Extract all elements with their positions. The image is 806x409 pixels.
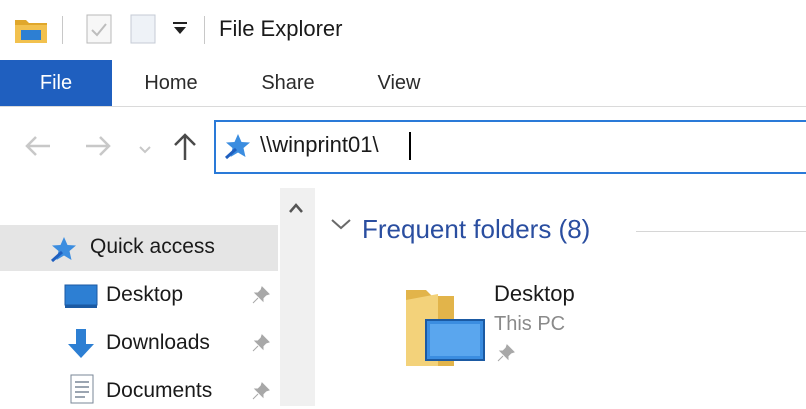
- toolbar-separator: [62, 16, 63, 44]
- address-input[interactable]: \\winprint01\: [260, 132, 379, 158]
- tab-home[interactable]: Home: [130, 60, 212, 106]
- text-caret: [409, 132, 411, 160]
- folder-item-name[interactable]: Desktop: [494, 281, 575, 307]
- toolbar-separator: [204, 16, 205, 44]
- tab-share[interactable]: Share: [248, 60, 328, 106]
- customize-toolbar-chevron-icon[interactable]: [172, 22, 188, 41]
- folder-icon: [14, 14, 48, 49]
- quick-access-star-icon: [50, 235, 78, 268]
- scroll-up-icon[interactable]: [288, 198, 304, 219]
- documents-icon: [70, 374, 94, 409]
- properties-icon[interactable]: [86, 14, 112, 49]
- window-title: File Explorer: [219, 16, 343, 41]
- recent-locations-chevron-icon[interactable]: [138, 142, 152, 160]
- tab-view[interactable]: View: [364, 60, 434, 106]
- up-arrow-icon[interactable]: [172, 132, 198, 167]
- new-folder-icon[interactable]: [130, 14, 156, 49]
- pin-icon: [252, 382, 270, 405]
- chevron-down-icon[interactable]: [330, 214, 352, 237]
- folder-item-location: This PC: [494, 313, 566, 335]
- desktop-icon: [64, 283, 98, 314]
- group-divider: [636, 231, 806, 232]
- back-arrow-icon[interactable]: [24, 134, 52, 162]
- sidebar-item-desktop[interactable]: Desktop: [106, 283, 183, 307]
- quick-access-star-icon: [224, 132, 252, 165]
- sidebar-item-label: Quick access: [90, 235, 215, 258]
- frequent-folders-heading[interactable]: Frequent folders (8): [362, 214, 590, 245]
- tab-file[interactable]: File: [0, 60, 112, 106]
- pin-icon: [252, 286, 270, 309]
- sidebar-item-downloads[interactable]: Downloads: [106, 331, 210, 355]
- pin-icon: [252, 334, 270, 357]
- title-bar: [0, 0, 806, 60]
- downloads-arrow-icon: [66, 328, 96, 365]
- forward-arrow-icon[interactable]: [84, 134, 112, 162]
- nav-scrollbar[interactable]: [280, 188, 315, 406]
- sidebar-item-documents[interactable]: Documents: [106, 379, 212, 403]
- pin-icon: [497, 344, 515, 367]
- folder-desktop-icon[interactable]: [404, 286, 486, 373]
